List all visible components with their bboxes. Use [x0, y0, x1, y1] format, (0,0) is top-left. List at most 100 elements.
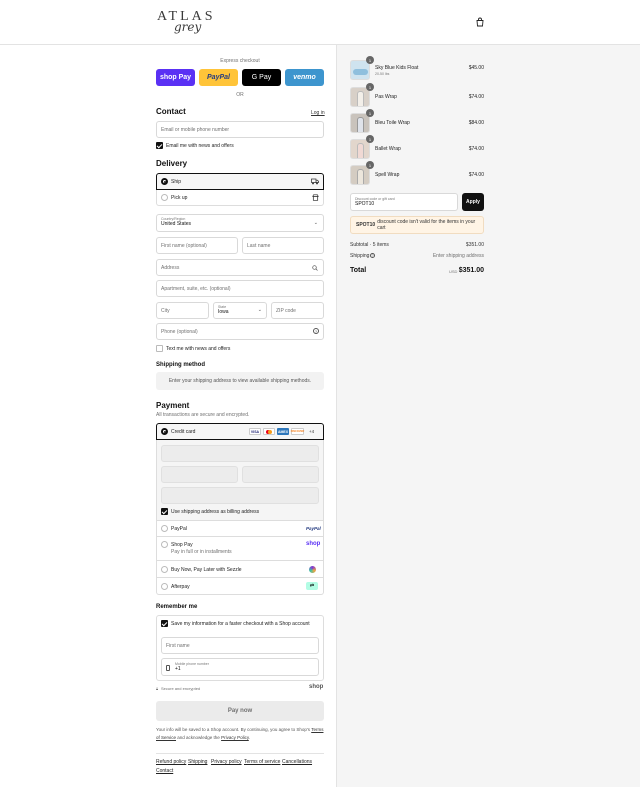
- pickup-radio[interactable]: [161, 194, 168, 201]
- sezzle-radio[interactable]: [161, 566, 168, 573]
- card-expiry-field[interactable]: [161, 466, 238, 483]
- help-icon[interactable]: ?: [313, 328, 319, 334]
- afterpay-option[interactable]: Afterpay ⇄: [156, 578, 324, 595]
- card-name-field[interactable]: [161, 487, 319, 504]
- discount-error-text: discount code isn't valid for the items …: [377, 219, 476, 231]
- visa-icon: VISA: [249, 428, 261, 435]
- save-info-checkbox[interactable]: [161, 620, 168, 627]
- privacy-policy-link[interactable]: Privacy policy: [211, 759, 242, 765]
- zip-field[interactable]: ZIP code: [271, 302, 324, 319]
- or-divider: OR: [236, 92, 244, 98]
- credit-card-radio[interactable]: [161, 428, 168, 435]
- last-name-field[interactable]: Last name: [242, 237, 324, 254]
- email-news-checkbox[interactable]: [156, 142, 163, 149]
- shoppay-label: Shop Pay: [171, 542, 193, 548]
- store-icon: [312, 194, 319, 201]
- subtotal-value: $351.00: [465, 242, 484, 248]
- google-pay-button[interactable]: G Pay: [242, 69, 281, 86]
- discount-code-field[interactable]: Discount code or gift card SPOT10: [350, 193, 458, 211]
- paypal-logo: PayPal: [306, 526, 321, 531]
- refund-policy-link[interactable]: Refund policy: [156, 759, 186, 765]
- first-name-field[interactable]: First name (optional): [156, 237, 238, 254]
- shoppay-radio[interactable]: [161, 541, 168, 548]
- chevron-down-icon: ⌄: [257, 307, 262, 313]
- secure-label: Secure and encrypted: [161, 686, 201, 691]
- pickup-option[interactable]: Pick up: [156, 190, 324, 206]
- phone-field[interactable]: Phone (optional) ?: [156, 323, 324, 340]
- shopping-bag-icon[interactable]: [475, 17, 485, 27]
- shoppay-logo: shop: [306, 541, 321, 547]
- mobile-phone-field[interactable]: Mobile phone number +1: [161, 658, 319, 676]
- shipping-link[interactable]: Shipping: [188, 759, 207, 765]
- card-number-field[interactable]: [161, 445, 319, 462]
- last-name-placeholder: Last name: [247, 242, 271, 249]
- discover-icon: DISCOVER: [290, 428, 305, 435]
- shop-pay-button[interactable]: shop Pay: [156, 69, 195, 86]
- email-news-label: Email me with news and offers: [166, 143, 234, 149]
- paypal-button[interactable]: PayPal: [199, 69, 238, 86]
- item-qty-badge: 1: [366, 161, 374, 169]
- save-info-label: Save my information for a faster checkou…: [171, 621, 310, 627]
- address-field[interactable]: Address: [156, 259, 324, 276]
- text-news-checkbox[interactable]: [156, 345, 163, 352]
- country-select[interactable]: Country/Region United States ⌄: [156, 214, 324, 232]
- discount-value: SPOT10: [355, 201, 375, 207]
- address-placeholder: Address: [161, 264, 180, 271]
- total-value: $351.00: [458, 267, 484, 274]
- phone-icon: [166, 665, 170, 671]
- apartment-field[interactable]: Apartment, suite, etc. (optional): [156, 280, 324, 297]
- city-field[interactable]: City: [156, 302, 209, 319]
- item-name: Bleu Toile Wrap: [375, 120, 410, 126]
- apartment-placeholder: Apartment, suite, etc. (optional): [161, 285, 231, 292]
- remember-heading: Remember me: [156, 604, 198, 610]
- contact-link[interactable]: Contact: [156, 768, 173, 774]
- sezzle-icon: [309, 566, 316, 573]
- ship-radio[interactable]: [161, 178, 168, 185]
- email-placeholder: Email or mobile phone number: [161, 126, 230, 133]
- legal-text: Your info will be saved to a Shop accoun…: [156, 726, 324, 742]
- card-cvv-field[interactable]: [242, 466, 319, 483]
- discount-error-banner: SPOT10 discount code isn't valid for the…: [350, 216, 484, 234]
- item-variant: 20-50 lbs: [375, 72, 390, 76]
- item-name: Sky Blue Kids Float: [375, 65, 419, 71]
- shoppay-option[interactable]: Shop Pay Pay in full or in installments …: [156, 537, 324, 561]
- ship-option[interactable]: Ship: [156, 173, 324, 190]
- order-summary-column: [336, 45, 640, 787]
- item-name: Spell Wrap: [375, 172, 400, 178]
- total-label: Total: [350, 267, 367, 274]
- pay-now-button[interactable]: Pay now: [156, 701, 324, 721]
- shop-privacy-link[interactable]: Privacy Policy: [221, 735, 249, 740]
- contact-heading: Contact: [156, 107, 186, 116]
- help-icon[interactable]: ?: [370, 253, 375, 258]
- login-link[interactable]: Log in: [311, 110, 325, 116]
- item-name: Pas Wrap: [375, 94, 397, 100]
- item-qty-badge: 1: [366, 109, 374, 117]
- item-price: $74.00: [468, 94, 484, 100]
- pickup-label: Pick up: [171, 195, 188, 201]
- cancellations-link[interactable]: Cancellations: [282, 759, 312, 765]
- lock-icon: 🔒︎: [156, 686, 159, 691]
- remember-first-name-placeholder: First name: [166, 642, 190, 649]
- city-placeholder: City: [161, 307, 170, 314]
- billing-same-checkbox[interactable]: [161, 508, 168, 515]
- afterpay-radio[interactable]: [161, 583, 168, 590]
- venmo-button[interactable]: venmo: [285, 69, 324, 86]
- item-name: Ballet Wrap: [375, 146, 401, 152]
- billing-same-label: Use shipping address as billing address: [171, 509, 260, 515]
- remember-first-name-field[interactable]: First name: [161, 637, 319, 654]
- email-field[interactable]: Email or mobile phone number: [156, 121, 324, 138]
- apply-button[interactable]: Apply: [462, 193, 484, 211]
- paypal-option[interactable]: PayPal PayPal: [156, 521, 324, 537]
- delivery-heading: Delivery: [156, 159, 188, 168]
- legal-end: .: [248, 735, 251, 740]
- sezzle-option[interactable]: Buy Now, Pay Later with Sezzle: [156, 561, 324, 578]
- paypal-radio[interactable]: [161, 525, 168, 532]
- item-price: $74.00: [468, 146, 484, 152]
- state-select[interactable]: State Iowa ⌄: [213, 302, 267, 319]
- country-value: United States: [161, 221, 192, 227]
- terms-link[interactable]: Terms of service: [244, 759, 280, 765]
- first-name-placeholder: First name (optional): [161, 242, 207, 249]
- store-logo[interactable]: ATLAS grey: [157, 9, 217, 37]
- subtotal-label: Subtotal · 5 items: [350, 242, 389, 248]
- shipping-value: Enter shipping address: [432, 253, 484, 259]
